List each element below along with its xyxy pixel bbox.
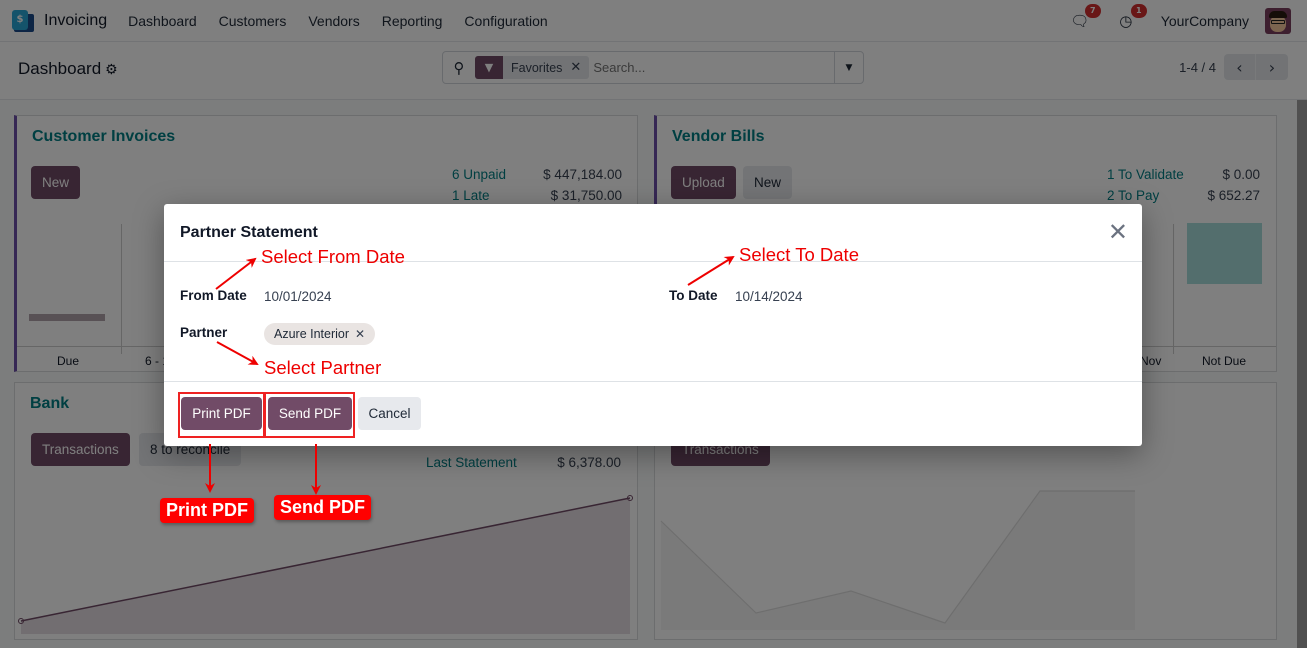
dialog-title: Partner Statement	[180, 224, 318, 241]
annotation-send-tag: Send PDF	[274, 495, 372, 520]
divider	[164, 381, 1142, 382]
annotation-box-print	[178, 392, 265, 438]
to-date-field[interactable]: 10/14/2024	[735, 289, 803, 304]
cancel-button[interactable]: Cancel	[358, 397, 421, 430]
from-date-label: From Date	[180, 288, 247, 303]
annotation-print-tag: Print PDF	[160, 498, 255, 523]
partner-tag[interactable]: Azure Interior ✕	[264, 323, 376, 345]
annotation-from-date: Select From Date	[261, 246, 405, 267]
annotation-box-send	[264, 392, 355, 438]
annotation-to-date: Select To Date	[739, 244, 859, 265]
to-date-label: To Date	[669, 288, 718, 303]
close-icon[interactable]: ✕	[1108, 220, 1128, 244]
from-date-field[interactable]: 10/01/2024	[264, 289, 332, 304]
remove-tag-icon[interactable]: ✕	[355, 327, 365, 341]
partner-label: Partner	[180, 325, 228, 340]
annotation-partner: Select Partner	[264, 357, 382, 378]
partner-tag-label: Azure Interior	[274, 327, 350, 341]
